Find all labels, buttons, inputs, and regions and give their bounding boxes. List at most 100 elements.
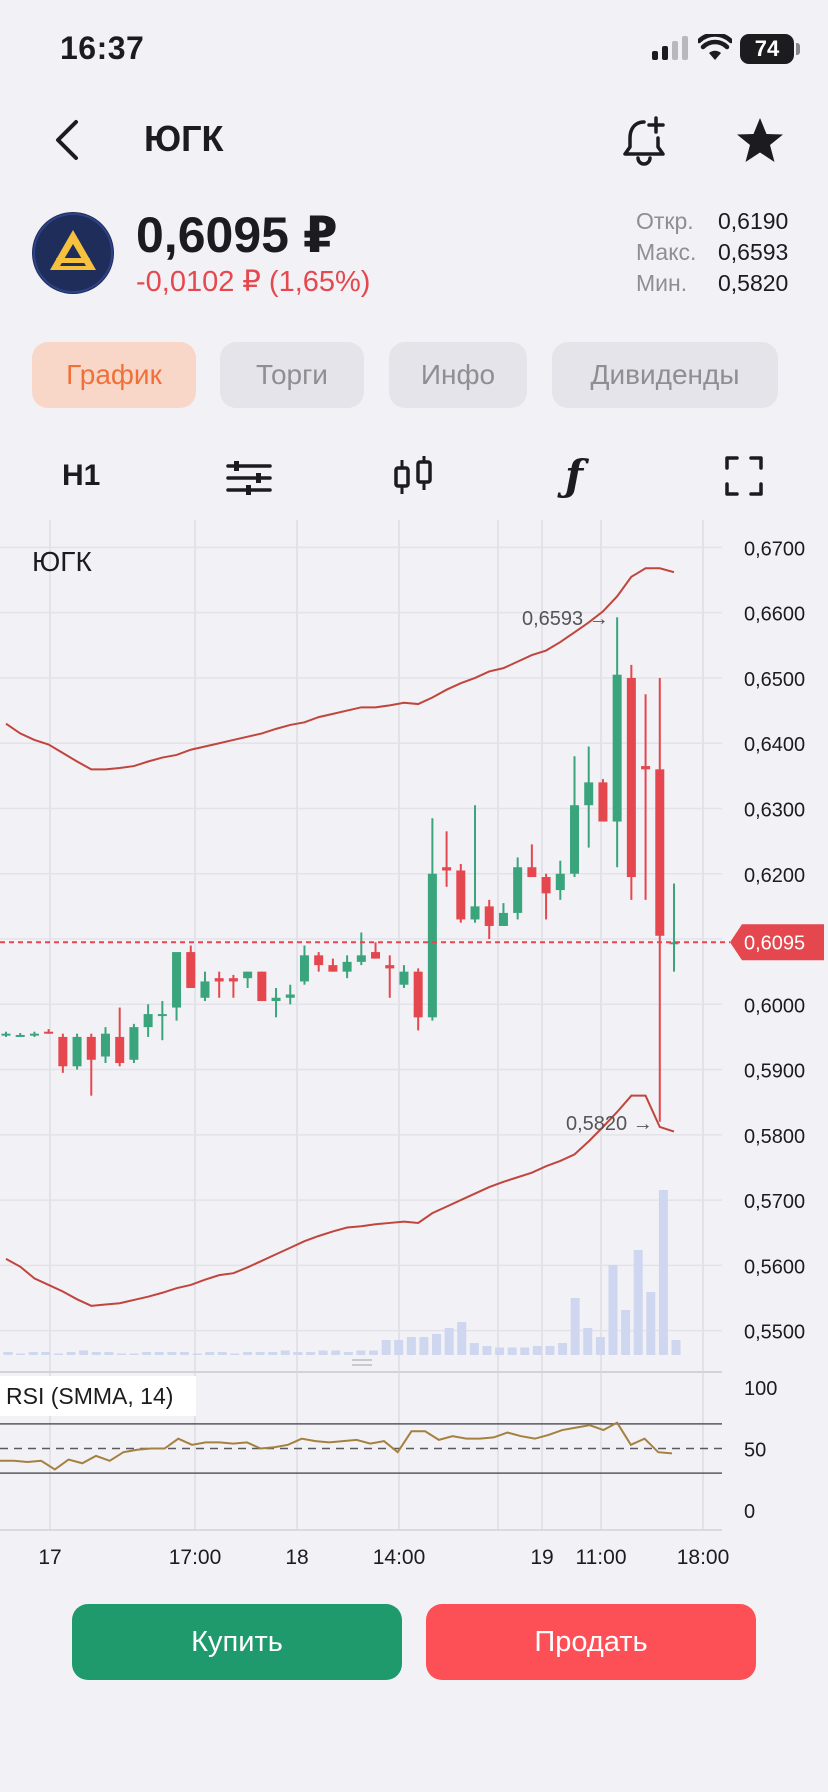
- candle-body: [58, 1036, 68, 1067]
- candle-body: [100, 1033, 110, 1057]
- function-icon[interactable]: ƒ: [565, 448, 583, 504]
- tab-info[interactable]: Инфо: [389, 342, 527, 408]
- battery-indicator: 74: [740, 34, 794, 64]
- chart-title: ЮГК: [32, 546, 92, 577]
- volume-bar: [532, 1346, 542, 1355]
- candle-body: [584, 782, 594, 806]
- fullscreen-icon[interactable]: [724, 448, 764, 504]
- candle-body: [86, 1036, 96, 1060]
- volume-bar: [369, 1350, 379, 1355]
- volume-bar: [53, 1353, 63, 1355]
- candle-body: [655, 769, 665, 936]
- buy-button[interactable]: Купить: [72, 1604, 402, 1680]
- volume-bar: [495, 1347, 505, 1355]
- candle-body: [186, 952, 196, 988]
- favorite-star-icon[interactable]: [732, 114, 788, 170]
- volume-bar: [457, 1322, 467, 1355]
- x-tick-label: 18: [285, 1546, 308, 1569]
- x-tick-label: 17:00: [169, 1546, 222, 1569]
- volume-bar: [545, 1346, 555, 1355]
- volume-bar: [66, 1352, 76, 1355]
- volume-bar: [268, 1352, 278, 1355]
- candle-body: [228, 978, 238, 982]
- x-tick-label: 18:00: [677, 1546, 730, 1569]
- volume-bar: [595, 1337, 605, 1355]
- volume-bar: [482, 1346, 492, 1355]
- candle-body: [641, 766, 651, 770]
- volume-bar: [16, 1353, 26, 1355]
- candle-body: [200, 981, 210, 998]
- candle-body: [129, 1027, 139, 1060]
- tab-dividends[interactable]: Дивиденды: [552, 342, 778, 408]
- wifi-icon: [698, 34, 732, 60]
- volume-bar: [3, 1352, 13, 1355]
- quote-panel: 0,6095 ₽ -0,0102 ₽ (1,65%) Откр. 0,6190 …: [0, 200, 828, 310]
- y-tick-label: 0,5800: [744, 1126, 805, 1148]
- candle-body: [285, 994, 295, 998]
- volume-bar: [91, 1352, 101, 1355]
- y-tick-label: 0,6700: [744, 538, 805, 560]
- volume-bar: [280, 1350, 290, 1355]
- stat-open: Откр. 0,6190: [636, 206, 788, 237]
- candlestick-chart[interactable]: 0,67000,66000,65000,64000,63000,62000,61…: [0, 520, 828, 1570]
- y-tick-label: 0,5500: [744, 1322, 805, 1344]
- candle-body: [243, 971, 253, 979]
- volume-bar: [381, 1340, 391, 1355]
- candle-body: [15, 1034, 25, 1037]
- stat-label: Макс.: [636, 239, 697, 265]
- company-logo-icon: [33, 213, 113, 293]
- stat-value: 0,5820: [718, 270, 789, 296]
- tab-chart[interactable]: График: [32, 342, 196, 408]
- settings-sliders-icon[interactable]: [224, 448, 274, 504]
- volume-bar: [293, 1352, 303, 1355]
- candle-body: [555, 873, 565, 891]
- volume-bar: [633, 1250, 643, 1355]
- y-tick-label: 0,5900: [744, 1061, 805, 1083]
- candle-body: [598, 782, 608, 822]
- volume-bar: [104, 1352, 114, 1355]
- candle-body: [570, 805, 580, 874]
- candle-body: [470, 906, 480, 920]
- price-chart[interactable]: 0,67000,66000,65000,64000,63000,62000,61…: [0, 520, 828, 1570]
- volume-bar: [658, 1190, 668, 1355]
- candle-body: [541, 877, 551, 894]
- candle-body: [413, 971, 423, 1018]
- volume-bar: [179, 1352, 189, 1355]
- candle-body: [172, 952, 182, 1008]
- volume-bar: [116, 1353, 126, 1355]
- y-tick-label: 0,5600: [744, 1256, 805, 1278]
- volume-bar: [167, 1352, 177, 1355]
- low-price-marker: 0,5820 →: [566, 1113, 653, 1135]
- volume-bar: [331, 1350, 341, 1355]
- y-tick-label: 0,6000: [744, 995, 805, 1017]
- candles-icon[interactable]: [392, 448, 436, 504]
- volume-bar: [192, 1353, 202, 1355]
- volume-bar: [154, 1352, 164, 1355]
- add-alert-bell-icon[interactable]: [616, 114, 672, 170]
- company-logo: [32, 212, 114, 294]
- back-icon[interactable]: [48, 118, 88, 162]
- volume-bar: [129, 1353, 139, 1355]
- volume-bar: [507, 1347, 517, 1355]
- x-tick-label: 11:00: [576, 1546, 627, 1569]
- candle-body: [328, 965, 338, 972]
- candle-body: [371, 952, 381, 959]
- volume-bar: [646, 1292, 656, 1355]
- rsi-tick-label: 0: [744, 1501, 755, 1523]
- tab-trades[interactable]: Торги: [220, 342, 364, 408]
- volume-bar: [558, 1343, 568, 1355]
- volume-bar: [343, 1352, 353, 1355]
- candle-body: [214, 978, 224, 982]
- price-stats: Откр. 0,6190 Макс. 0,6593 Мин. 0,5820: [636, 206, 788, 299]
- candle-body: [1, 1033, 11, 1036]
- sell-button[interactable]: Продать: [426, 1604, 756, 1680]
- last-price-label: 0,6095: [744, 932, 805, 954]
- volume-bar: [41, 1352, 51, 1355]
- bollinger-upper-line: [5, 567, 675, 771]
- interval-selector[interactable]: H1: [62, 448, 122, 504]
- volume-bar: [356, 1350, 366, 1355]
- chart-toolbar: H1 ƒ: [0, 440, 828, 510]
- candle-body: [44, 1031, 54, 1034]
- volume-bar: [305, 1352, 315, 1355]
- candle-body: [399, 971, 409, 985]
